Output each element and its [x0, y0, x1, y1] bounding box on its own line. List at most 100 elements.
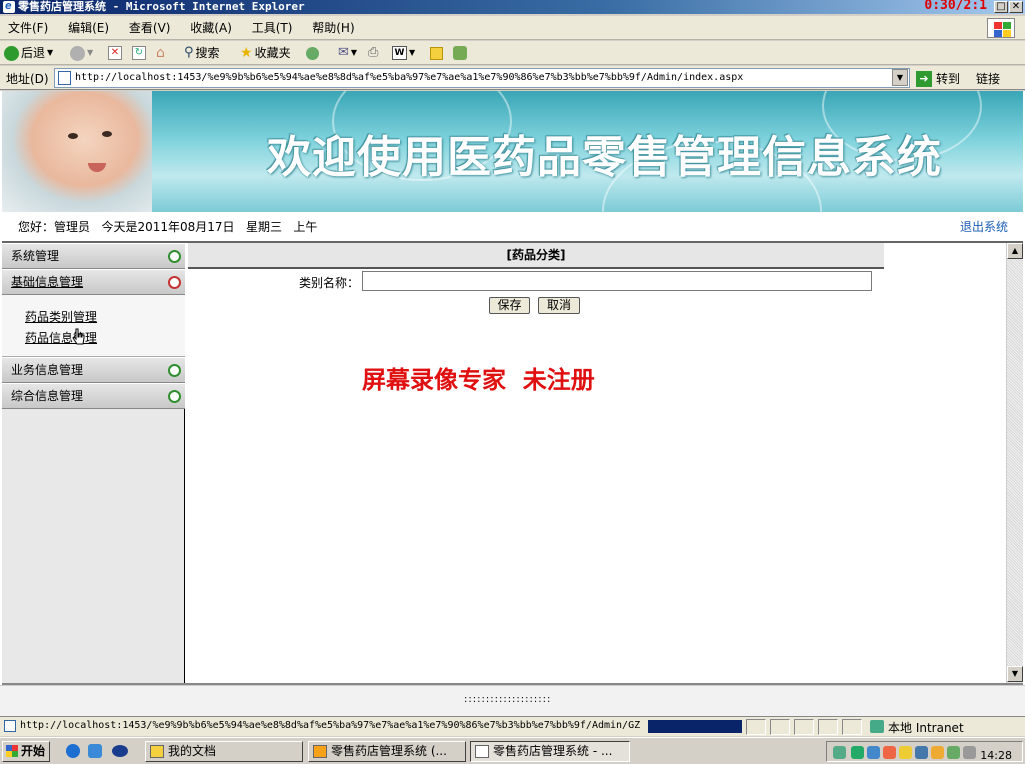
search-button[interactable]: ⚲ 搜索: [184, 44, 220, 62]
tray-volume-icon[interactable]: [963, 746, 976, 759]
sidebar-item-drug-category[interactable]: 药品类别管理: [25, 308, 97, 325]
window-title-bar: 零售药店管理系统 - Microsoft Internet Explorer: [0, 0, 1025, 14]
refresh-button[interactable]: ↻: [132, 44, 146, 62]
search-icon: ⚲: [184, 45, 194, 60]
home-icon: ⌂: [156, 45, 165, 61]
task-my-documents[interactable]: 我的文档: [145, 741, 303, 762]
menu-help[interactable]: 帮助(H): [304, 16, 362, 40]
stop-button[interactable]: ✕: [108, 44, 122, 62]
logout-link[interactable]: 退出系统: [960, 218, 1008, 235]
home-button[interactable]: ⌂: [156, 44, 165, 62]
mouse-cursor-icon: [72, 328, 85, 345]
sidebar-group-comprehensive[interactable]: 综合信息管理: [2, 383, 185, 409]
menu-file[interactable]: 文件(F): [0, 16, 56, 40]
cancel-button[interactable]: 取消: [538, 297, 580, 314]
folder-icon: [150, 745, 164, 758]
mail-icon: ✉: [338, 45, 349, 60]
tray-shield-icon[interactable]: [899, 746, 912, 759]
page-icon: [4, 720, 16, 732]
discuss-button[interactable]: [430, 44, 443, 62]
go-button[interactable]: ➜ 转到: [916, 70, 960, 87]
chevron-down-icon: ▼: [87, 48, 94, 57]
links-button[interactable]: 链接: [976, 70, 1000, 87]
tray-app-icon[interactable]: [883, 746, 896, 759]
task-pharmacy-app-1[interactable]: 零售药店管理系统 (...: [308, 741, 466, 762]
stop-icon: ✕: [108, 46, 122, 60]
expand-icon: [168, 250, 181, 263]
save-button[interactable]: 保存: [489, 297, 530, 314]
tray-app-icon[interactable]: [947, 746, 960, 759]
tray-shield-icon[interactable]: [931, 746, 944, 759]
edit-button[interactable]: W ▼: [392, 44, 415, 62]
task-pharmacy-app-2[interactable]: 零售药店管理系统 - ...: [470, 741, 630, 762]
sidebar-group-business[interactable]: 业务信息管理: [2, 357, 185, 383]
vertical-scrollbar[interactable]: ▲ ▼: [1006, 243, 1023, 683]
media-icon: [306, 46, 319, 60]
tray-network-icon[interactable]: [833, 746, 846, 759]
messenger-button[interactable]: [453, 44, 467, 62]
intranet-icon: [870, 720, 884, 733]
task-label: 零售药店管理系统 - ...: [493, 744, 613, 758]
banner-title: 欢迎使用医药品零售管理信息系统: [267, 132, 942, 183]
taskbar: 开始 我的文档 零售药店管理系统 (... 零售药店管理系统 - ... 14:…: [0, 737, 1025, 764]
page-content: 欢迎使用医药品零售管理信息系统 您好：管理员 今天是2011年08月17日 星期…: [0, 91, 1025, 685]
outlook-quicklaunch-icon[interactable]: [88, 744, 102, 758]
collapse-icon: [168, 276, 181, 289]
messenger-icon: [453, 46, 467, 60]
category-name-input[interactable]: [362, 271, 872, 291]
address-url: http://localhost:1453/%e9%9b%b6%e5%94%ae…: [75, 72, 744, 83]
sidebar-item-drug-info[interactable]: 药品信息管理: [25, 329, 97, 346]
sidebar-group-basic-info[interactable]: 基础信息管理: [2, 269, 185, 295]
menu-favorites[interactable]: 收藏(A): [182, 16, 240, 40]
media-quicklaunch-icon[interactable]: [112, 745, 128, 757]
print-button[interactable]: ⎙: [368, 44, 378, 62]
back-button[interactable]: 后退 ▼: [4, 44, 53, 62]
chevron-down-icon: ▼: [350, 48, 358, 57]
address-label: 地址(D): [6, 72, 49, 86]
menu-edit[interactable]: 编辑(E): [60, 16, 117, 40]
toolbar: 后退 ▼ ▼ ✕ ↻ ⌂ ⚲ 搜索 ★ 收藏夹 ✉ ▼ ⎙ W ▼: [0, 41, 1025, 65]
address-dropdown-button[interactable]: ▼: [892, 69, 908, 86]
go-arrow-icon: ➜: [916, 70, 932, 87]
scroll-up-icon[interactable]: ▲: [1007, 243, 1023, 259]
forward-arrow-icon: [70, 45, 85, 61]
ie-quicklaunch-icon[interactable]: [66, 744, 80, 758]
favorites-button[interactable]: ★ 收藏夹: [240, 44, 291, 62]
back-label: 后退: [21, 46, 46, 60]
close-button[interactable]: ✕: [1009, 1, 1023, 13]
media-button[interactable]: [306, 44, 319, 62]
maximize-button[interactable]: □: [994, 1, 1008, 13]
forward-button[interactable]: ▼: [70, 44, 93, 62]
welcome-text: 您好：管理员 今天是2011年08月17日 星期三 上午: [18, 220, 318, 234]
sidebar-group-system[interactable]: 系统管理: [2, 243, 185, 269]
star-icon: ★: [240, 45, 253, 61]
main-panel: [药品分类] 类别名称： 保存 取消 屏幕录像专家 未注册: [186, 243, 1006, 683]
status-url: http://localhost:1453/%e9%9b%b6%e5%94%ae…: [20, 720, 640, 731]
favorites-label: 收藏夹: [254, 46, 291, 60]
scroll-down-icon[interactable]: ▼: [1007, 666, 1023, 682]
sidebar-group-label: 业务信息管理: [11, 363, 84, 377]
child-photo: [2, 91, 152, 212]
tray-app-icon[interactable]: [915, 746, 928, 759]
sidebar-group-label: 基础信息管理: [11, 275, 84, 289]
progress-bar: [648, 720, 742, 733]
start-button[interactable]: 开始: [2, 741, 50, 762]
clock: 14:28: [980, 749, 1012, 762]
mail-button[interactable]: ✉ ▼: [338, 44, 357, 62]
go-label: 转到: [936, 72, 961, 86]
search-label: 搜索: [195, 46, 220, 60]
panel-title: [药品分类]: [188, 243, 884, 269]
tray-app-icon[interactable]: [851, 746, 864, 759]
menu-tools[interactable]: 工具(T): [244, 16, 301, 40]
back-arrow-icon: [4, 45, 19, 61]
menu-view[interactable]: 查看(V): [121, 16, 179, 40]
status-bar: http://localhost:1453/%e9%9b%b6%e5%94%ae…: [0, 716, 1025, 736]
address-input[interactable]: http://localhost:1453/%e9%9b%b6%e5%94%ae…: [54, 68, 910, 88]
tray-app-icon[interactable]: [867, 746, 880, 759]
printer-icon: ⎙: [368, 45, 379, 60]
window-title: 零售药店管理系统 - Microsoft Internet Explorer: [18, 0, 305, 13]
banner: 欢迎使用医药品零售管理信息系统: [2, 91, 1023, 212]
footer-dots: ::::::::::::::::::::: [464, 694, 552, 705]
category-name-label: 类别名称：: [299, 276, 360, 290]
expand-icon: [168, 364, 181, 377]
